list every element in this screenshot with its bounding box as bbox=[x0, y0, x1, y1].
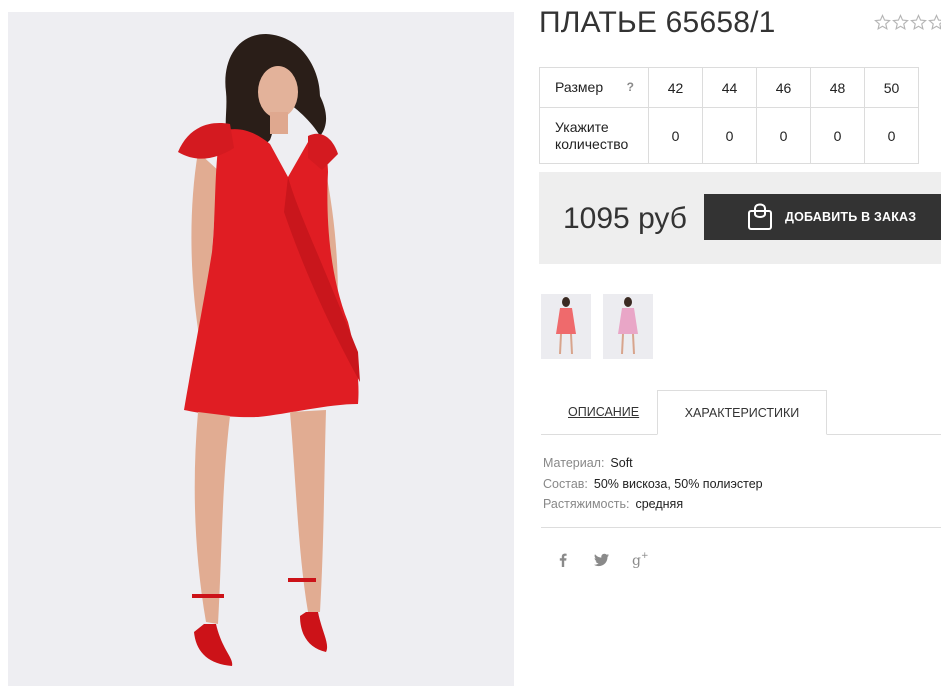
quantity-input[interactable]: 0 bbox=[648, 107, 703, 164]
spec-composition: Состав: 50% вискоза, 50% полиэстер bbox=[543, 474, 763, 495]
size-cell: 42 bbox=[648, 67, 703, 108]
size-label-cell: Размер ? bbox=[539, 67, 649, 108]
add-to-order-button[interactable]: ДОБАВИТЬ В ЗАКАЗ bbox=[704, 194, 941, 240]
quantity-input[interactable]: 0 bbox=[864, 107, 919, 164]
spec-value: средняя bbox=[635, 497, 684, 511]
shopping-bag-icon bbox=[745, 202, 775, 232]
specs-list: Материал: Soft Состав: 50% вискоза, 50% по… bbox=[543, 453, 763, 515]
thumbnail-red-dress[interactable] bbox=[541, 294, 591, 359]
social-share: g + bbox=[553, 550, 651, 570]
quantity-label-cell: Укажите количество bbox=[539, 107, 649, 164]
spec-key: Растяжимость: bbox=[543, 497, 630, 511]
quantity-input[interactable]: 0 bbox=[756, 107, 811, 164]
svg-text:g: g bbox=[632, 553, 641, 569]
spec-value: 50% вискоза, 50% полиэстер bbox=[593, 476, 763, 491]
section-divider bbox=[541, 527, 941, 528]
size-row: Размер ? 42 44 46 48 50 bbox=[539, 67, 919, 108]
tab-characteristics[interactable]: ХАРАКТЕРИСТИКИ bbox=[657, 390, 827, 435]
quantity-row: Укажите количество 0 0 0 0 0 bbox=[539, 107, 919, 164]
rating-stars[interactable] bbox=[874, 14, 941, 31]
size-label: Размер bbox=[555, 79, 604, 95]
spec-material: Материал: Soft bbox=[543, 453, 763, 474]
size-cell: 44 bbox=[702, 67, 757, 108]
star-icon[interactable] bbox=[928, 14, 941, 31]
facebook-icon[interactable] bbox=[553, 550, 573, 570]
spec-stretch: Растяжимость: средняя bbox=[543, 494, 763, 515]
add-to-order-label: ДОБАВИТЬ В ЗАКАЗ bbox=[785, 210, 917, 224]
star-icon[interactable] bbox=[874, 14, 891, 31]
size-help-icon[interactable]: ? bbox=[627, 79, 634, 96]
twitter-icon[interactable] bbox=[592, 550, 612, 570]
quantity-input[interactable]: 0 bbox=[810, 107, 865, 164]
size-cell: 48 bbox=[810, 67, 865, 108]
svg-text:+: + bbox=[641, 551, 649, 561]
quantity-input[interactable]: 0 bbox=[702, 107, 757, 164]
spec-key: Состав: bbox=[543, 476, 588, 491]
quantity-label-line2: количество bbox=[555, 135, 629, 152]
size-quantity-table: Размер ? 42 44 46 48 50 Укажите количест… bbox=[539, 67, 919, 164]
tab-characteristics-label: ХАРАКТЕРИСТИКИ bbox=[684, 405, 800, 420]
size-cell: 50 bbox=[864, 67, 919, 108]
google-plus-icon[interactable]: g + bbox=[631, 550, 651, 570]
product-main-image[interactable] bbox=[8, 12, 514, 686]
price-band: 1095 руб ДОБАВИТЬ В ЗАКАЗ bbox=[539, 172, 941, 264]
quantity-label-line1: Укажите bbox=[555, 118, 609, 135]
product-price: 1095 руб bbox=[563, 202, 687, 235]
spec-key: Материал: bbox=[543, 456, 605, 470]
tab-description[interactable]: ОПИСАНИЕ bbox=[568, 405, 639, 419]
star-icon[interactable] bbox=[910, 14, 927, 31]
product-title: ПЛАТЬЕ 65658/1 bbox=[539, 6, 776, 39]
thumbnail-pink-dress[interactable] bbox=[603, 294, 653, 359]
spec-value: Soft bbox=[610, 456, 633, 470]
size-cell: 46 bbox=[756, 67, 811, 108]
star-icon[interactable] bbox=[892, 14, 909, 31]
